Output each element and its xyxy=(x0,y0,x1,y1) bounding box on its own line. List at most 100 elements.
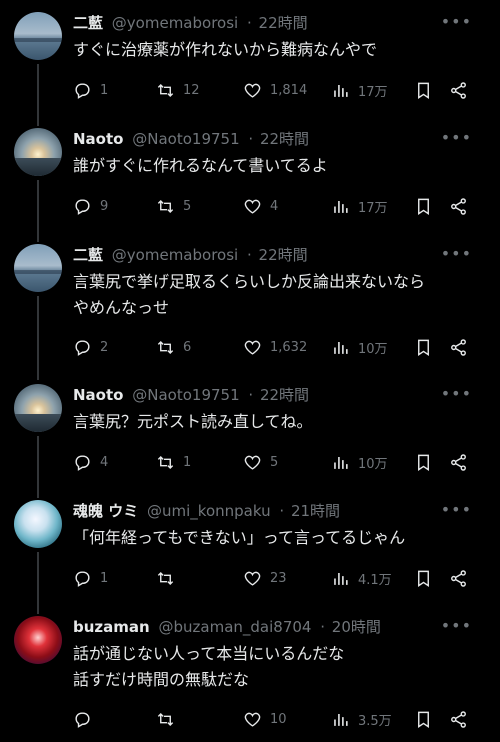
handle[interactable]: @yomemaborosi xyxy=(112,14,238,32)
avatar[interactable] xyxy=(14,500,62,548)
handle[interactable]: @yomemaborosi xyxy=(112,246,238,264)
reply-button[interactable]: 9 xyxy=(73,196,108,216)
display-name[interactable]: buzaman xyxy=(73,618,150,636)
more-options-icon[interactable]: ••• xyxy=(441,386,472,402)
views-button[interactable]: 17万 xyxy=(331,80,388,100)
views-button[interactable]: 4.1万 xyxy=(331,568,392,588)
share-icon xyxy=(451,569,466,587)
display-name[interactable]: Naoto xyxy=(73,386,123,404)
separator: · xyxy=(248,130,254,148)
more-options-icon[interactable]: ••• xyxy=(441,130,472,146)
more-options-icon[interactable]: ••• xyxy=(441,618,472,634)
view-count: 17万 xyxy=(358,84,388,100)
timestamp[interactable]: 22時間 xyxy=(260,130,309,148)
display-name[interactable]: 魂魄 ウミ xyxy=(73,502,138,520)
retweet-button[interactable]: 12 xyxy=(156,80,200,100)
reply-icon xyxy=(75,570,90,587)
share-button[interactable] xyxy=(449,196,468,216)
reply-icon xyxy=(75,339,90,356)
share-icon xyxy=(451,338,466,356)
reply-button[interactable] xyxy=(73,709,100,729)
handle[interactable]: @buzaman_dai8704 xyxy=(158,618,311,636)
tweet-header: 二藍 @yomemaborosi · 22時間 xyxy=(73,244,308,266)
reply-button[interactable]: 1 xyxy=(73,568,108,588)
tweet[interactable]: buzaman @buzaman_dai8704 · 20時間 ••• 話が通じ… xyxy=(0,616,500,741)
share-button[interactable] xyxy=(449,80,468,100)
views-button[interactable]: 3.5万 xyxy=(331,709,392,729)
reply-count: 9 xyxy=(100,198,109,214)
share-button[interactable] xyxy=(449,568,468,588)
retweet-button[interactable]: 1 xyxy=(156,452,191,472)
view-count: 3.5万 xyxy=(358,713,392,729)
tweet[interactable]: Naoto @Naoto19751 · 22時間 ••• 誰がすぐに作れるなんて… xyxy=(0,128,500,233)
tweet[interactable]: 二藍 @yomemaborosi · 22時間 ••• 言葉尻で挙げ足取るくらい… xyxy=(0,244,500,369)
like-button[interactable]: 10 xyxy=(243,709,287,729)
avatar[interactable] xyxy=(14,244,62,292)
avatar[interactable] xyxy=(14,384,62,432)
more-options-icon[interactable]: ••• xyxy=(441,246,472,262)
tweet[interactable]: 魂魄 ウミ @umi_konnpaku · 21時間 ••• 「何年経ってもでき… xyxy=(0,500,500,605)
handle[interactable]: @umi_konnpaku xyxy=(147,502,271,520)
reply-button[interactable]: 1 xyxy=(73,80,108,100)
share-button[interactable] xyxy=(449,337,468,357)
like-button[interactable]: 5 xyxy=(243,452,278,472)
reply-icon xyxy=(75,711,90,728)
like-count: 23 xyxy=(270,570,287,586)
tweet[interactable]: Naoto @Naoto19751 · 22時間 ••• 言葉尻？元ポスト読み直… xyxy=(0,384,500,489)
retweet-button[interactable]: 5 xyxy=(156,196,191,216)
tweet[interactable]: 二藍 @yomemaborosi · 22時間 ••• すぐに治療薬が作れないか… xyxy=(0,12,500,117)
bookmark-button[interactable] xyxy=(414,452,433,472)
bookmark-button[interactable] xyxy=(414,337,433,357)
timestamp[interactable]: 22時間 xyxy=(259,14,308,32)
retweet-icon xyxy=(157,199,174,213)
retweet-button[interactable] xyxy=(156,568,183,588)
action-bar: 1 23 4.1万 xyxy=(73,568,473,588)
share-button[interactable] xyxy=(449,709,468,729)
bookmark-button[interactable] xyxy=(414,196,433,216)
more-options-icon[interactable]: ••• xyxy=(441,502,472,518)
retweet-button[interactable]: 6 xyxy=(156,337,191,357)
handle[interactable]: @Naoto19751 xyxy=(132,130,239,148)
reply-count: 4 xyxy=(100,454,109,470)
views-button[interactable]: 17万 xyxy=(331,196,388,216)
handle[interactable]: @Naoto19751 xyxy=(132,386,239,404)
tweet-text: 「何年経ってもできない」って言ってるじゃん xyxy=(73,528,406,547)
retweet-icon xyxy=(157,712,174,726)
avatar[interactable] xyxy=(14,616,62,664)
display-name[interactable]: 二藍 xyxy=(73,14,103,32)
like-button[interactable]: 4 xyxy=(243,196,278,216)
retweet-button[interactable] xyxy=(156,709,183,729)
timestamp[interactable]: 21時間 xyxy=(291,502,340,520)
tweet-header: Naoto @Naoto19751 · 22時間 xyxy=(73,384,309,406)
display-name[interactable]: 二藍 xyxy=(73,246,103,264)
views-button[interactable]: 10万 xyxy=(331,452,388,472)
display-name[interactable]: Naoto xyxy=(73,130,123,148)
like-button[interactable]: 1,632 xyxy=(243,337,307,357)
reply-button[interactable]: 4 xyxy=(73,452,108,472)
more-options-icon[interactable]: ••• xyxy=(441,14,472,30)
views-button[interactable]: 10万 xyxy=(331,337,388,357)
tweet-text: 言葉尻？元ポスト読み直してね。 xyxy=(73,412,313,431)
like-count: 1,814 xyxy=(270,82,308,98)
like-button[interactable]: 1,814 xyxy=(243,80,307,100)
timestamp[interactable]: 22時間 xyxy=(259,246,308,264)
bookmark-button[interactable] xyxy=(414,709,433,729)
avatar[interactable] xyxy=(14,12,62,60)
tweet-header: buzaman @buzaman_dai8704 · 20時間 xyxy=(73,616,381,638)
views-chart-icon xyxy=(334,84,348,97)
separator: · xyxy=(320,618,326,636)
tweet-text: 誰がすぐに作れるなんて書いてるよ xyxy=(73,156,328,175)
reply-count: 1 xyxy=(100,570,109,586)
bookmark-button[interactable] xyxy=(414,568,433,588)
reply-button[interactable]: 2 xyxy=(73,337,108,357)
timestamp[interactable]: 20時間 xyxy=(332,618,381,636)
views-chart-icon xyxy=(334,456,348,469)
bookmark-button[interactable] xyxy=(414,80,433,100)
views-chart-icon xyxy=(334,572,348,585)
like-count: 4 xyxy=(270,198,279,214)
avatar[interactable] xyxy=(14,128,62,176)
like-button[interactable]: 23 xyxy=(243,568,287,588)
like-count: 10 xyxy=(270,711,287,727)
share-button[interactable] xyxy=(449,452,468,472)
timestamp[interactable]: 22時間 xyxy=(260,386,309,404)
